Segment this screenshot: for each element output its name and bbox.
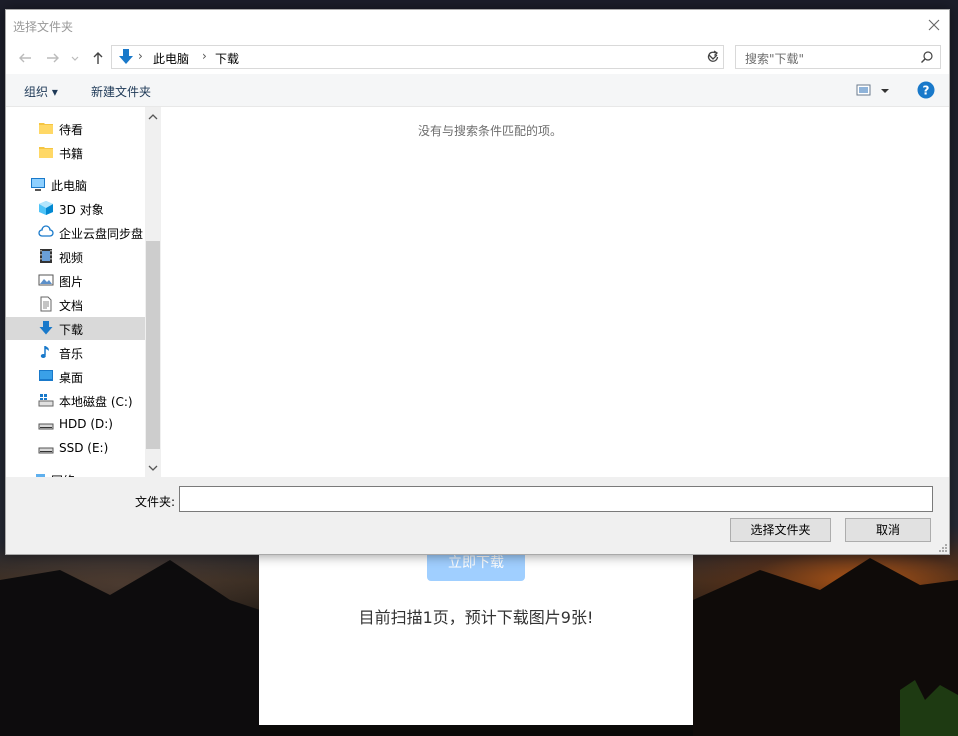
arrow-right-icon <box>47 53 59 63</box>
video-icon <box>40 249 52 263</box>
sidebar-item-pictures[interactable]: 图片 <box>6 269 145 292</box>
refresh-button[interactable] <box>704 48 722 66</box>
drive-icon <box>38 447 54 454</box>
empty-results-message: 没有与搜索条件匹配的项。 <box>417 124 562 138</box>
svg-text:?: ? <box>923 84 930 98</box>
select-folder-dialog: 选择文件夹 › 此电脑 › 下载 搜索"下载" 组织 ▾ 新建文件夹 ? 待看 … <box>5 9 950 555</box>
folder-field-label: 文件夹: <box>135 495 176 509</box>
chevron-down-icon[interactable] <box>145 460 161 476</box>
refresh-icon <box>707 50 719 62</box>
sidebar-item-label: 图片 <box>59 275 84 289</box>
forward-button[interactable] <box>44 49 62 67</box>
sidebar-item-label: 桌面 <box>59 371 84 385</box>
recent-locations-button[interactable] <box>69 49 81 67</box>
search-input[interactable]: 搜索"下载" <box>735 45 941 69</box>
title-bar: 选择文件夹 <box>6 10 949 40</box>
chevron-up-icon[interactable] <box>145 109 161 125</box>
chevron-right-icon: › <box>202 49 207 63</box>
search-placeholder: 搜索"下载" <box>745 52 805 66</box>
new-folder-button[interactable]: 新建文件夹 <box>91 83 151 100</box>
pictures-icon <box>38 274 54 286</box>
sidebar-item-label: 文档 <box>59 299 84 313</box>
sidebar-item-music[interactable]: 音乐 <box>6 341 145 364</box>
cloud-icon <box>38 225 54 237</box>
download-icon <box>119 49 133 64</box>
select-folder-button[interactable]: 选择文件夹 <box>730 518 831 542</box>
sidebar-item-label: SSD (E:) <box>59 441 109 455</box>
address-bar[interactable]: › 此电脑 › 下载 <box>111 45 724 69</box>
folder-icon <box>39 147 53 158</box>
sidebar-item-label: 待看 <box>59 123 84 137</box>
arrow-left-icon <box>19 53 31 63</box>
arrow-up-icon <box>93 52 103 64</box>
organize-menu[interactable]: 组织 ▾ <box>24 83 58 100</box>
sidebar-item-label: 此电脑 <box>51 179 88 193</box>
music-icon <box>40 346 49 358</box>
view-options-button[interactable] <box>856 83 890 99</box>
3d-objects-icon <box>39 201 53 215</box>
computer-icon <box>31 178 45 191</box>
sidebar-item-books[interactable]: 书籍 <box>6 141 145 164</box>
sidebar-item-3d-objects[interactable]: 3D 对象 <box>6 197 145 220</box>
sidebar-item-ssd-e[interactable]: SSD (E:) <box>6 437 145 460</box>
sidebar-item-hdd-d[interactable]: HDD (D:) <box>6 413 145 436</box>
document-icon <box>40 296 52 312</box>
cancel-button[interactable]: 取消 <box>845 518 931 542</box>
sidebar-item-label: 音乐 <box>59 347 84 361</box>
command-toolbar: 组织 ▾ 新建文件夹 ? <box>6 74 949 107</box>
breadcrumb-segment[interactable]: 此电脑 <box>153 50 189 67</box>
folder-name-input[interactable] <box>179 486 933 512</box>
resize-grip-icon[interactable] <box>938 543 948 553</box>
sidebar-item-label: 企业云盘同步盘 <box>59 227 144 241</box>
close-button[interactable] <box>919 10 949 40</box>
sidebar-item-label: 本地磁盘 (C:) <box>59 395 133 409</box>
breadcrumb-segment[interactable]: 下载 <box>215 50 239 67</box>
sidebar-item-local-disk-c[interactable]: 本地磁盘 (C:) <box>6 389 145 412</box>
up-button[interactable] <box>89 49 107 67</box>
scrollbar-thumb[interactable] <box>146 241 160 449</box>
sidebar-item-label: 3D 对象 <box>59 203 104 217</box>
chevron-down-icon <box>71 56 79 61</box>
chevron-right-icon: › <box>138 49 143 63</box>
search-icon[interactable] <box>920 50 934 64</box>
view-icon <box>856 84 889 96</box>
sidebar-item-label: 书籍 <box>59 147 84 161</box>
sidebar-scrollbar[interactable] <box>145 107 161 477</box>
sidebar-item-label: HDD (D:) <box>59 417 113 431</box>
file-list-pane[interactable]: 没有与搜索条件匹配的项。 <box>161 107 949 477</box>
windows-drive-icon <box>38 394 54 407</box>
sidebar-item-documents[interactable]: 文档 <box>6 293 145 316</box>
sidebar-item-downloads[interactable]: 下载 <box>6 317 145 340</box>
navigation-pane: 待看 书籍 此电脑 3D 对象 企业云盘同步盘 视频 图片 文档 下载 音乐 桌… <box>6 107 161 477</box>
help-button[interactable]: ? <box>917 81 935 99</box>
back-button[interactable] <box>16 49 34 67</box>
navigation-bar: › 此电脑 › 下载 搜索"下载" <box>6 40 949 74</box>
sidebar-item-cloud-sync[interactable]: 企业云盘同步盘 <box>6 221 145 244</box>
scan-status-text: 目前扫描1页，预计下载图片9张! <box>358 608 594 627</box>
sidebar-item-network[interactable]: 网络 <box>6 468 145 477</box>
folder-icon <box>39 123 53 134</box>
sidebar-item-daikan[interactable]: 待看 <box>6 117 145 140</box>
drive-icon <box>38 423 54 430</box>
sidebar-item-videos[interactable]: 视频 <box>6 245 145 268</box>
help-icon: ? <box>917 81 935 99</box>
sidebar-item-this-pc[interactable]: 此电脑 <box>6 173 145 196</box>
dialog-footer: 文件夹: 选择文件夹 取消 <box>6 477 949 554</box>
desktop-icon <box>39 370 53 381</box>
sidebar-item-desktop[interactable]: 桌面 <box>6 365 145 388</box>
sidebar-item-label: 下载 <box>59 323 84 337</box>
dialog-title: 选择文件夹 <box>13 20 74 34</box>
download-icon <box>39 321 53 335</box>
close-icon <box>928 19 940 31</box>
sidebar-item-label: 视频 <box>59 251 84 265</box>
